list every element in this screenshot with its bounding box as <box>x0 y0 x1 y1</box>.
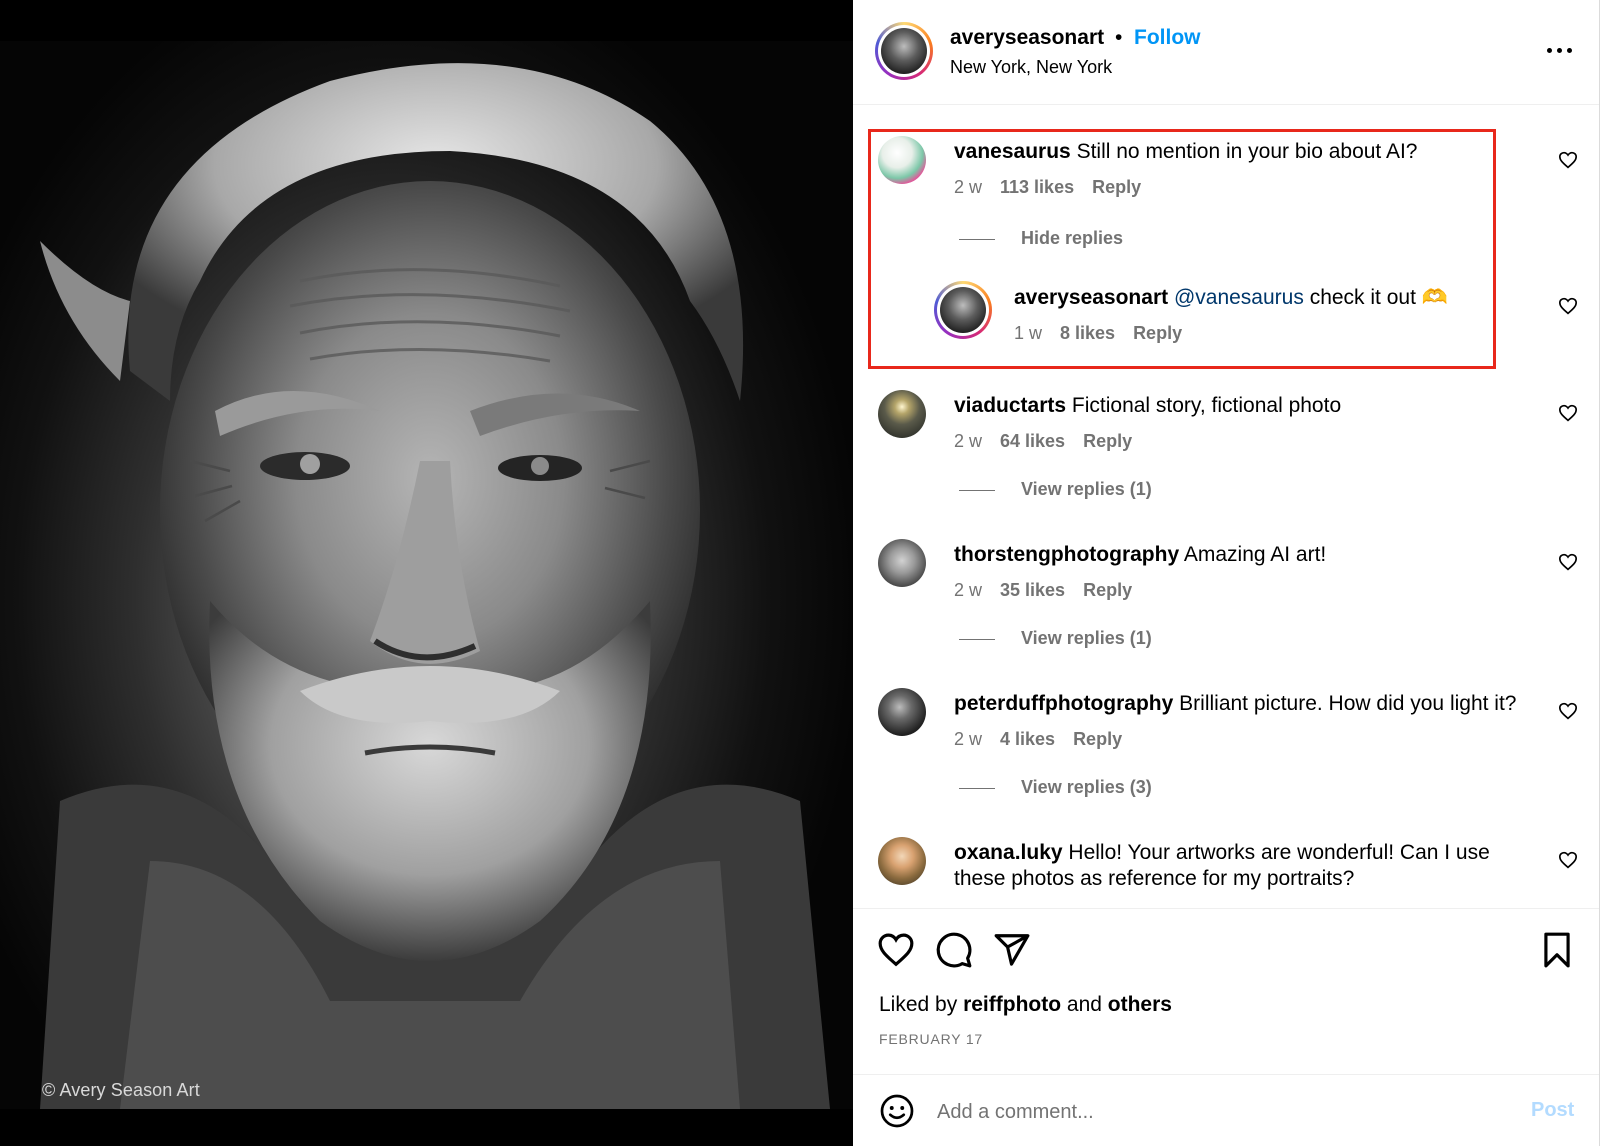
commenter-avatar[interactable] <box>878 837 926 885</box>
more-horizontal-icon[interactable] <box>1545 38 1575 62</box>
comment-meta: 2 w 35 likes Reply <box>954 580 1150 601</box>
bookmark-icon[interactable] <box>1538 931 1576 969</box>
highlight-box <box>868 129 1496 369</box>
view-replies-button[interactable]: View replies (1) <box>959 479 1152 500</box>
post-comment-button[interactable]: Post <box>1531 1099 1574 1122</box>
commenter-username[interactable]: peterduffphotography <box>954 692 1173 715</box>
comment-heart-icon[interactable] <box>1558 553 1578 571</box>
post-sidebar: averyseasonart • Follow New York, New Yo… <box>853 0 1600 1146</box>
comment-meta: 2 w 64 likes Reply <box>954 431 1150 452</box>
post-photo[interactable] <box>0 41 853 1109</box>
reply-button[interactable]: Reply <box>1083 580 1132 600</box>
comment-heart-icon[interactable] <box>1558 851 1578 869</box>
comment-likes[interactable]: 35 likes <box>1000 580 1065 600</box>
header-separator: • <box>1115 26 1123 49</box>
comment-likes[interactable]: 4 likes <box>1000 729 1055 749</box>
comment-text: peterduffphotography Brilliant picture. … <box>954 692 1517 715</box>
comments-list: vanesaurus Still no mention in your bio … <box>853 106 1599 906</box>
commenter-avatar[interactable] <box>878 390 926 438</box>
portrait-illustration <box>40 63 830 1109</box>
commenter-username[interactable]: oxana.luky <box>954 841 1063 864</box>
comment-text: viaductarts Fictional story, fictional p… <box>954 394 1342 417</box>
commenter-username[interactable]: thorstengphotography <box>954 543 1179 566</box>
author-username[interactable]: averyseasonart <box>950 26 1104 50</box>
add-comment-bar: Post <box>853 1074 1599 1146</box>
post-header: averyseasonart • Follow New York, New Yo… <box>853 0 1599 105</box>
commenter-avatar[interactable] <box>878 688 926 736</box>
post-location[interactable]: New York, New York <box>950 57 1112 78</box>
emoji-icon[interactable] <box>879 1093 915 1129</box>
comment-heart-icon[interactable] <box>1558 404 1578 422</box>
heart-icon[interactable] <box>877 931 915 969</box>
comment-heart-icon[interactable] <box>1558 297 1578 315</box>
post-actions: Liked by reiffphoto and others FEBRUARY … <box>853 908 1599 1074</box>
comment-icon[interactable] <box>935 931 973 969</box>
comment-heart-icon[interactable] <box>1558 702 1578 720</box>
comment-age: 2 w <box>954 431 983 451</box>
comment-age: 2 w <box>954 580 983 600</box>
comment-text: thorstengphotography Amazing AI art! <box>954 543 1327 566</box>
comment-text: oxana.luky Hello! Your artworks are wond… <box>954 841 1490 890</box>
liked-by-user[interactable]: reiffphoto <box>963 993 1061 1016</box>
commenter-avatar[interactable] <box>878 539 926 587</box>
comment-likes[interactable]: 64 likes <box>1000 431 1065 451</box>
comment-heart-icon[interactable] <box>1558 151 1578 169</box>
follow-button[interactable]: Follow <box>1134 26 1201 50</box>
reply-button[interactable]: Reply <box>1073 729 1122 749</box>
view-replies-button[interactable]: View replies (1) <box>959 628 1152 649</box>
liked-by-others[interactable]: others <box>1108 993 1172 1016</box>
photo-watermark: © Avery Season Art <box>42 1080 200 1100</box>
post-media: © Avery Season Art <box>0 0 853 1146</box>
post-date[interactable]: FEBRUARY 17 <box>879 1031 983 1047</box>
comment-meta: 2 w 4 likes Reply <box>954 729 1140 750</box>
view-replies-button[interactable]: View replies (3) <box>959 777 1152 798</box>
liked-by-text: Liked by reiffphoto and others <box>879 993 1172 1016</box>
reply-button[interactable]: Reply <box>1083 431 1132 451</box>
comment-input[interactable] <box>937 1095 1497 1129</box>
comment-age: 2 w <box>954 729 983 749</box>
author-avatar[interactable] <box>875 22 933 80</box>
commenter-username[interactable]: viaductarts <box>954 394 1066 417</box>
send-icon[interactable] <box>993 931 1031 969</box>
